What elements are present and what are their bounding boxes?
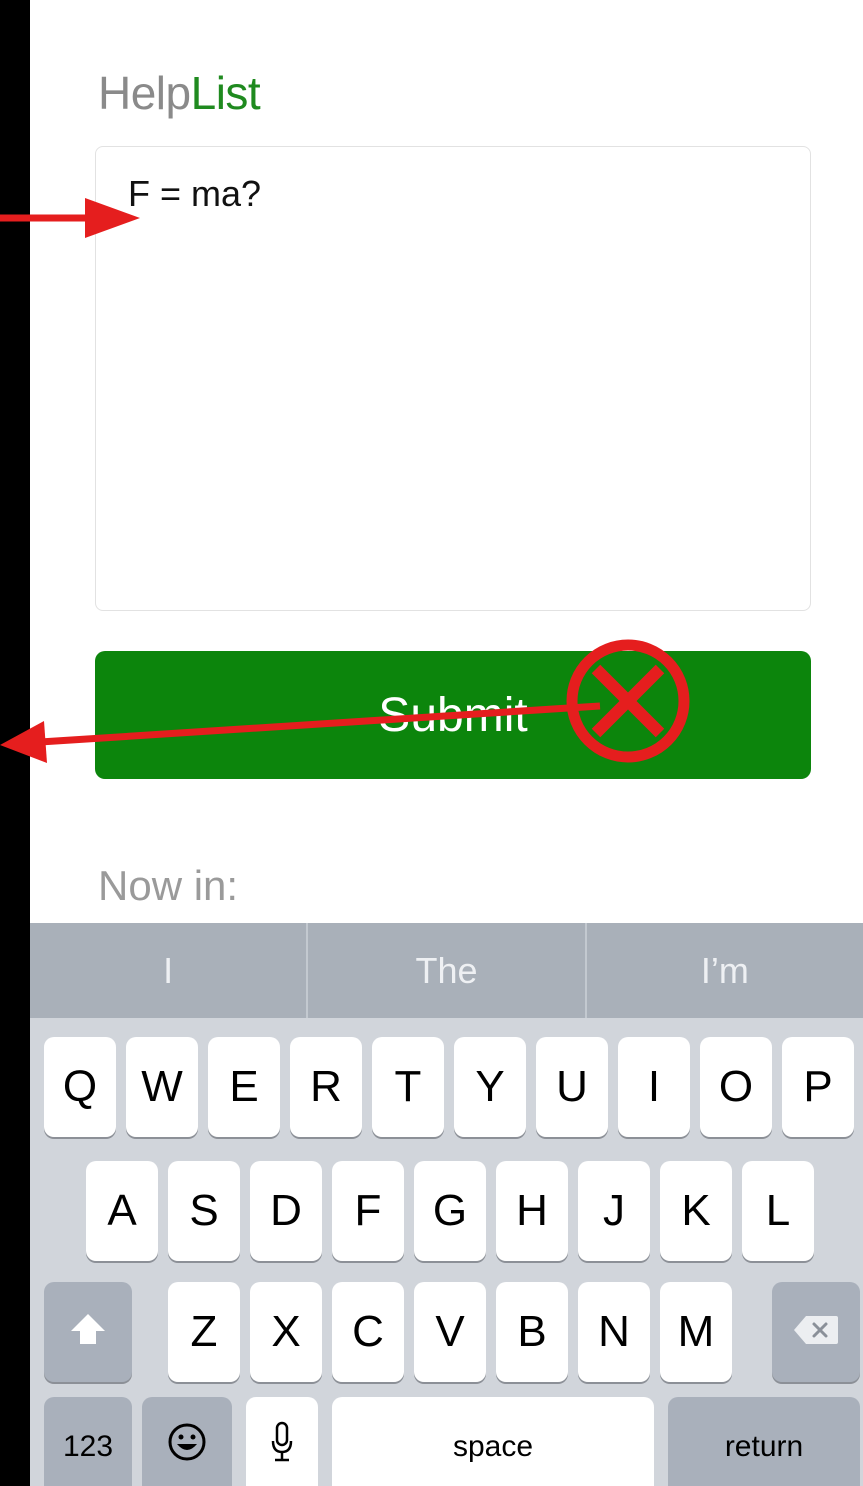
key-m[interactable]: M (660, 1282, 732, 1382)
key-q[interactable]: Q (44, 1037, 116, 1137)
submit-button[interactable]: Submit (95, 651, 811, 779)
submit-label: Submit (378, 688, 528, 742)
key-p[interactable]: P (782, 1037, 854, 1137)
key-l[interactable]: L (742, 1161, 814, 1261)
shift-key[interactable] (44, 1282, 132, 1382)
shift-icon (69, 1307, 107, 1357)
suggestion-item[interactable]: I’m (584, 923, 863, 1018)
key-c[interactable]: C (332, 1282, 404, 1382)
key-r[interactable]: R (290, 1037, 362, 1137)
key-g[interactable]: G (414, 1161, 486, 1261)
numbers-key[interactable]: 123 (44, 1397, 132, 1486)
key-t[interactable]: T (372, 1037, 444, 1137)
key-row-3: Z X C V B N M (30, 1282, 863, 1382)
key-o[interactable]: O (700, 1037, 772, 1137)
key-row-2: A S D F G H J K L (30, 1161, 863, 1261)
key-row-1: Q W E R T Y U I O P (30, 1037, 863, 1137)
key-b[interactable]: B (496, 1282, 568, 1382)
question-textarea[interactable]: F = ma? (95, 146, 811, 611)
key-w[interactable]: W (126, 1037, 198, 1137)
key-z[interactable]: Z (168, 1282, 240, 1382)
emoji-key[interactable] (142, 1397, 232, 1486)
key-u[interactable]: U (536, 1037, 608, 1137)
app-screen: HelpList F = ma? Submit Now in: I The I’… (30, 0, 863, 1486)
suggestion-item[interactable]: The (306, 923, 584, 1018)
key-j[interactable]: J (578, 1161, 650, 1261)
now-in-label: Now in: (98, 862, 239, 909)
key-a[interactable]: A (86, 1161, 158, 1261)
app-title-part2: List (190, 67, 261, 119)
suggestion-bar: I The I’m (30, 923, 863, 1018)
backspace-icon (792, 1307, 840, 1357)
return-key[interactable]: return (668, 1397, 860, 1486)
key-x[interactable]: X (250, 1282, 322, 1382)
key-f[interactable]: F (332, 1161, 404, 1261)
emoji-icon (167, 1422, 207, 1473)
key-e[interactable]: E (208, 1037, 280, 1137)
question-text: F = ma? (128, 173, 262, 214)
key-k[interactable]: K (660, 1161, 732, 1261)
microphone-key[interactable] (246, 1397, 318, 1486)
key-y[interactable]: Y (454, 1037, 526, 1137)
key-i[interactable]: I (618, 1037, 690, 1137)
delete-key[interactable] (772, 1282, 860, 1382)
key-v[interactable]: V (414, 1282, 486, 1382)
suggestion-item[interactable]: I (30, 923, 306, 1018)
key-h[interactable]: H (496, 1161, 568, 1261)
key-n[interactable]: N (578, 1282, 650, 1382)
key-d[interactable]: D (250, 1161, 322, 1261)
app-title-part1: Help (98, 67, 191, 119)
microphone-icon (270, 1421, 294, 1474)
space-key[interactable]: space (332, 1397, 654, 1486)
key-s[interactable]: S (168, 1161, 240, 1261)
app-title: HelpList (98, 66, 261, 120)
onscreen-keyboard: I The I’m Q W E R T Y U I O P A S D F G … (30, 923, 863, 1486)
key-row-4: 123 space return (30, 1397, 863, 1486)
